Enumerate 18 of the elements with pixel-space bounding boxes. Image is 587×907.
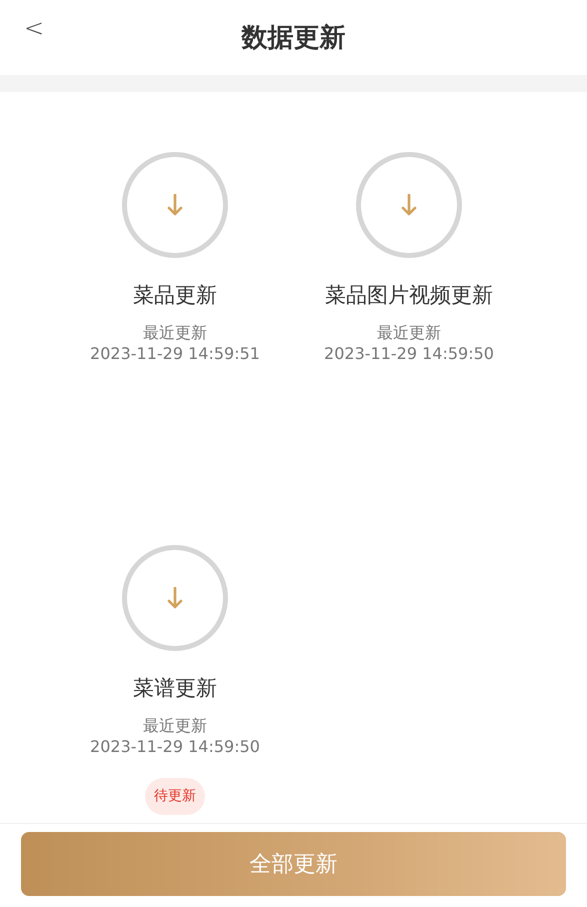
item-title: 菜谱更新	[133, 675, 217, 702]
download-arrow-icon	[167, 194, 183, 216]
update-time: 2023-11-29 14:59:50	[90, 737, 260, 758]
item-title: 菜品更新	[133, 282, 217, 309]
download-button[interactable]	[122, 152, 228, 258]
update-time: 2023-11-29 14:59:50	[324, 344, 494, 365]
download-arrow-icon	[401, 194, 417, 216]
item-title: 菜品图片视频更新	[325, 282, 493, 309]
update-time: 2023-11-29 14:59:51	[90, 344, 260, 365]
page-title: 数据更新	[242, 24, 346, 50]
last-update-label: 最近更新	[143, 323, 207, 344]
download-arrow-icon	[167, 587, 183, 609]
download-button[interactable]	[356, 152, 462, 258]
pending-status: 待更新	[145, 778, 205, 815]
last-update-label: 最近更新	[143, 716, 207, 738]
last-update-label: 最近更新	[377, 323, 441, 344]
back-button[interactable]: <	[18, 16, 50, 40]
download-button[interactable]	[122, 545, 228, 651]
